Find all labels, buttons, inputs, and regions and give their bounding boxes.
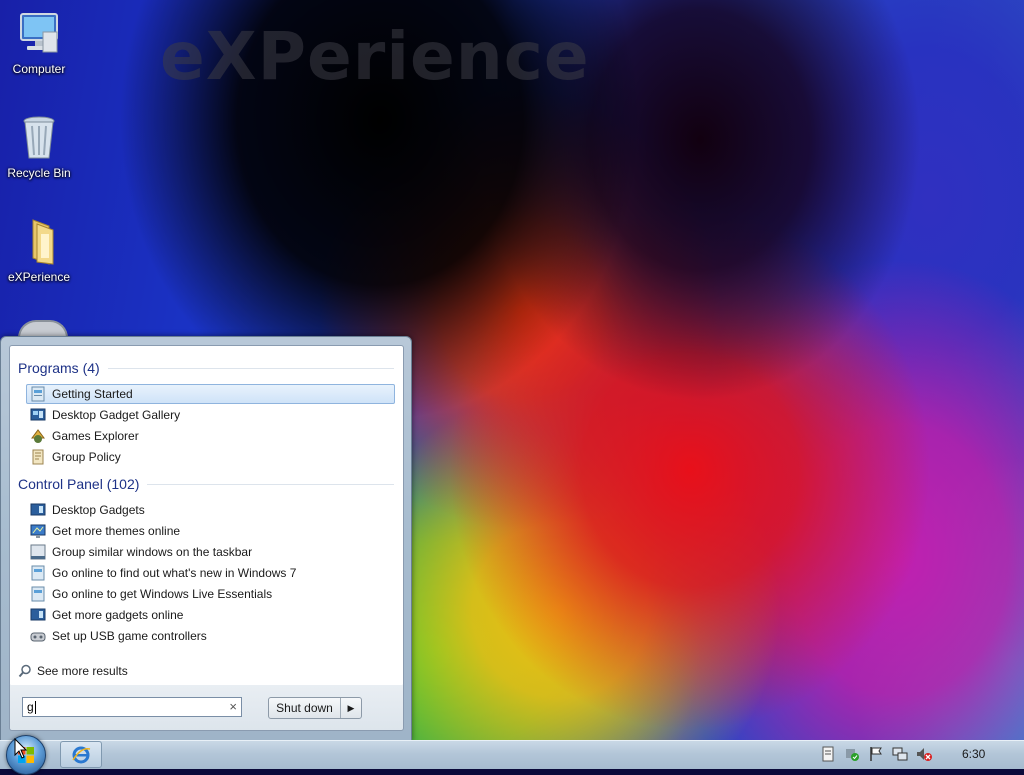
result-item-get-more-themes[interactable]: Get more themes online [26,521,395,541]
start-menu-bottom-bar: g × Shut down ▶ [9,685,404,731]
shutdown-split-button: Shut down ▶ [268,697,362,719]
group-policy-icon [32,449,44,465]
search-input-value: g [27,700,34,714]
taskbar: 6:30 [0,735,1024,775]
taskbar-icon [30,544,46,560]
desktop-icon-computer[interactable]: Computer [0,10,78,76]
shutdown-options-arrow-icon[interactable]: ▶ [341,698,361,718]
recycle-bin-icon [15,114,63,162]
getting-started-icon [31,565,45,581]
result-item-desktop-gadgets[interactable]: Desktop Gadgets [26,500,395,520]
personalization-icon [30,524,46,538]
action-center-icon[interactable] [820,746,836,762]
desktop-icon-label: Recycle Bin [7,166,71,180]
system-tray [820,746,940,762]
result-item-label: Get more themes online [52,524,181,538]
desktop-icon-label: eXPerience [7,270,71,284]
result-item-label: Desktop Gadget Gallery [52,408,181,422]
search-icon [18,664,31,678]
result-item-group-policy[interactable]: Group Policy [26,447,395,467]
result-item-getting-started[interactable]: Getting Started [26,384,395,404]
desktop-icon-label: Computer [12,62,66,76]
security-icon[interactable] [844,746,860,762]
see-more-label: See more results [37,664,128,678]
games-explorer-icon [31,429,45,443]
gadget-gallery-icon [30,408,46,421]
wallpaper-brand-text: eXPerience [160,18,590,95]
search-input[interactable]: g × [22,697,242,717]
getting-started-icon [31,386,45,402]
result-item-whats-new-windows7[interactable]: Go online to find out what's new in Wind… [26,563,395,583]
clock[interactable]: 6:30 [962,747,985,761]
result-item-label: Go online to get Windows Live Essentials [52,587,273,601]
result-item-games-explorer[interactable]: Games Explorer [26,426,395,446]
result-item-label: Go online to find out what's new in Wind… [52,566,297,580]
clear-search-icon[interactable]: × [229,699,237,714]
desktop-icon-experience-folder[interactable]: eXPerience [0,218,78,284]
result-item-label: Getting Started [52,387,133,401]
internet-explorer-icon [72,746,91,763]
mouse-cursor-icon [14,738,28,759]
folder-icon [15,218,63,266]
taskbar-internet-explorer-button[interactable] [60,741,102,768]
network-icon[interactable] [892,746,908,762]
result-item-usb-game-controllers[interactable]: Set up USB game controllers [26,626,395,646]
desktop-icon-recycle-bin[interactable]: Recycle Bin [0,114,78,180]
result-item-label: Group similar windows on the taskbar [52,545,253,559]
desktop-gadgets-icon [30,608,46,621]
game-controller-icon [30,632,46,642]
getting-started-icon [31,586,45,602]
result-item-windows-live-essentials[interactable]: Go online to get Windows Live Essentials [26,584,395,604]
computer-icon [15,10,63,58]
flag-icon[interactable] [868,746,884,762]
shutdown-button[interactable]: Shut down [269,698,341,718]
result-item-label: Games Explorer [52,429,139,443]
see-more-results-link[interactable]: See more results [18,664,128,678]
volume-muted-icon[interactable] [916,746,932,762]
result-item-label: Set up USB game controllers [52,629,207,643]
control-panel-header: Control Panel (102) [18,476,394,492]
result-item-desktop-gadget-gallery[interactable]: Desktop Gadget Gallery [26,405,395,425]
search-results-panel: Programs (4) Getting Started Desktop Gad… [9,345,404,687]
result-item-label: Get more gadgets online [52,608,184,622]
result-item-get-more-gadgets[interactable]: Get more gadgets online [26,605,395,625]
desktop-gadgets-icon [30,503,46,516]
result-item-label: Desktop Gadgets [52,503,145,517]
result-item-label: Group Policy [52,450,121,464]
start-menu: Programs (4) Getting Started Desktop Gad… [0,336,412,742]
result-item-group-similar-windows[interactable]: Group similar windows on the taskbar [26,542,395,562]
programs-header: Programs (4) [18,360,394,376]
